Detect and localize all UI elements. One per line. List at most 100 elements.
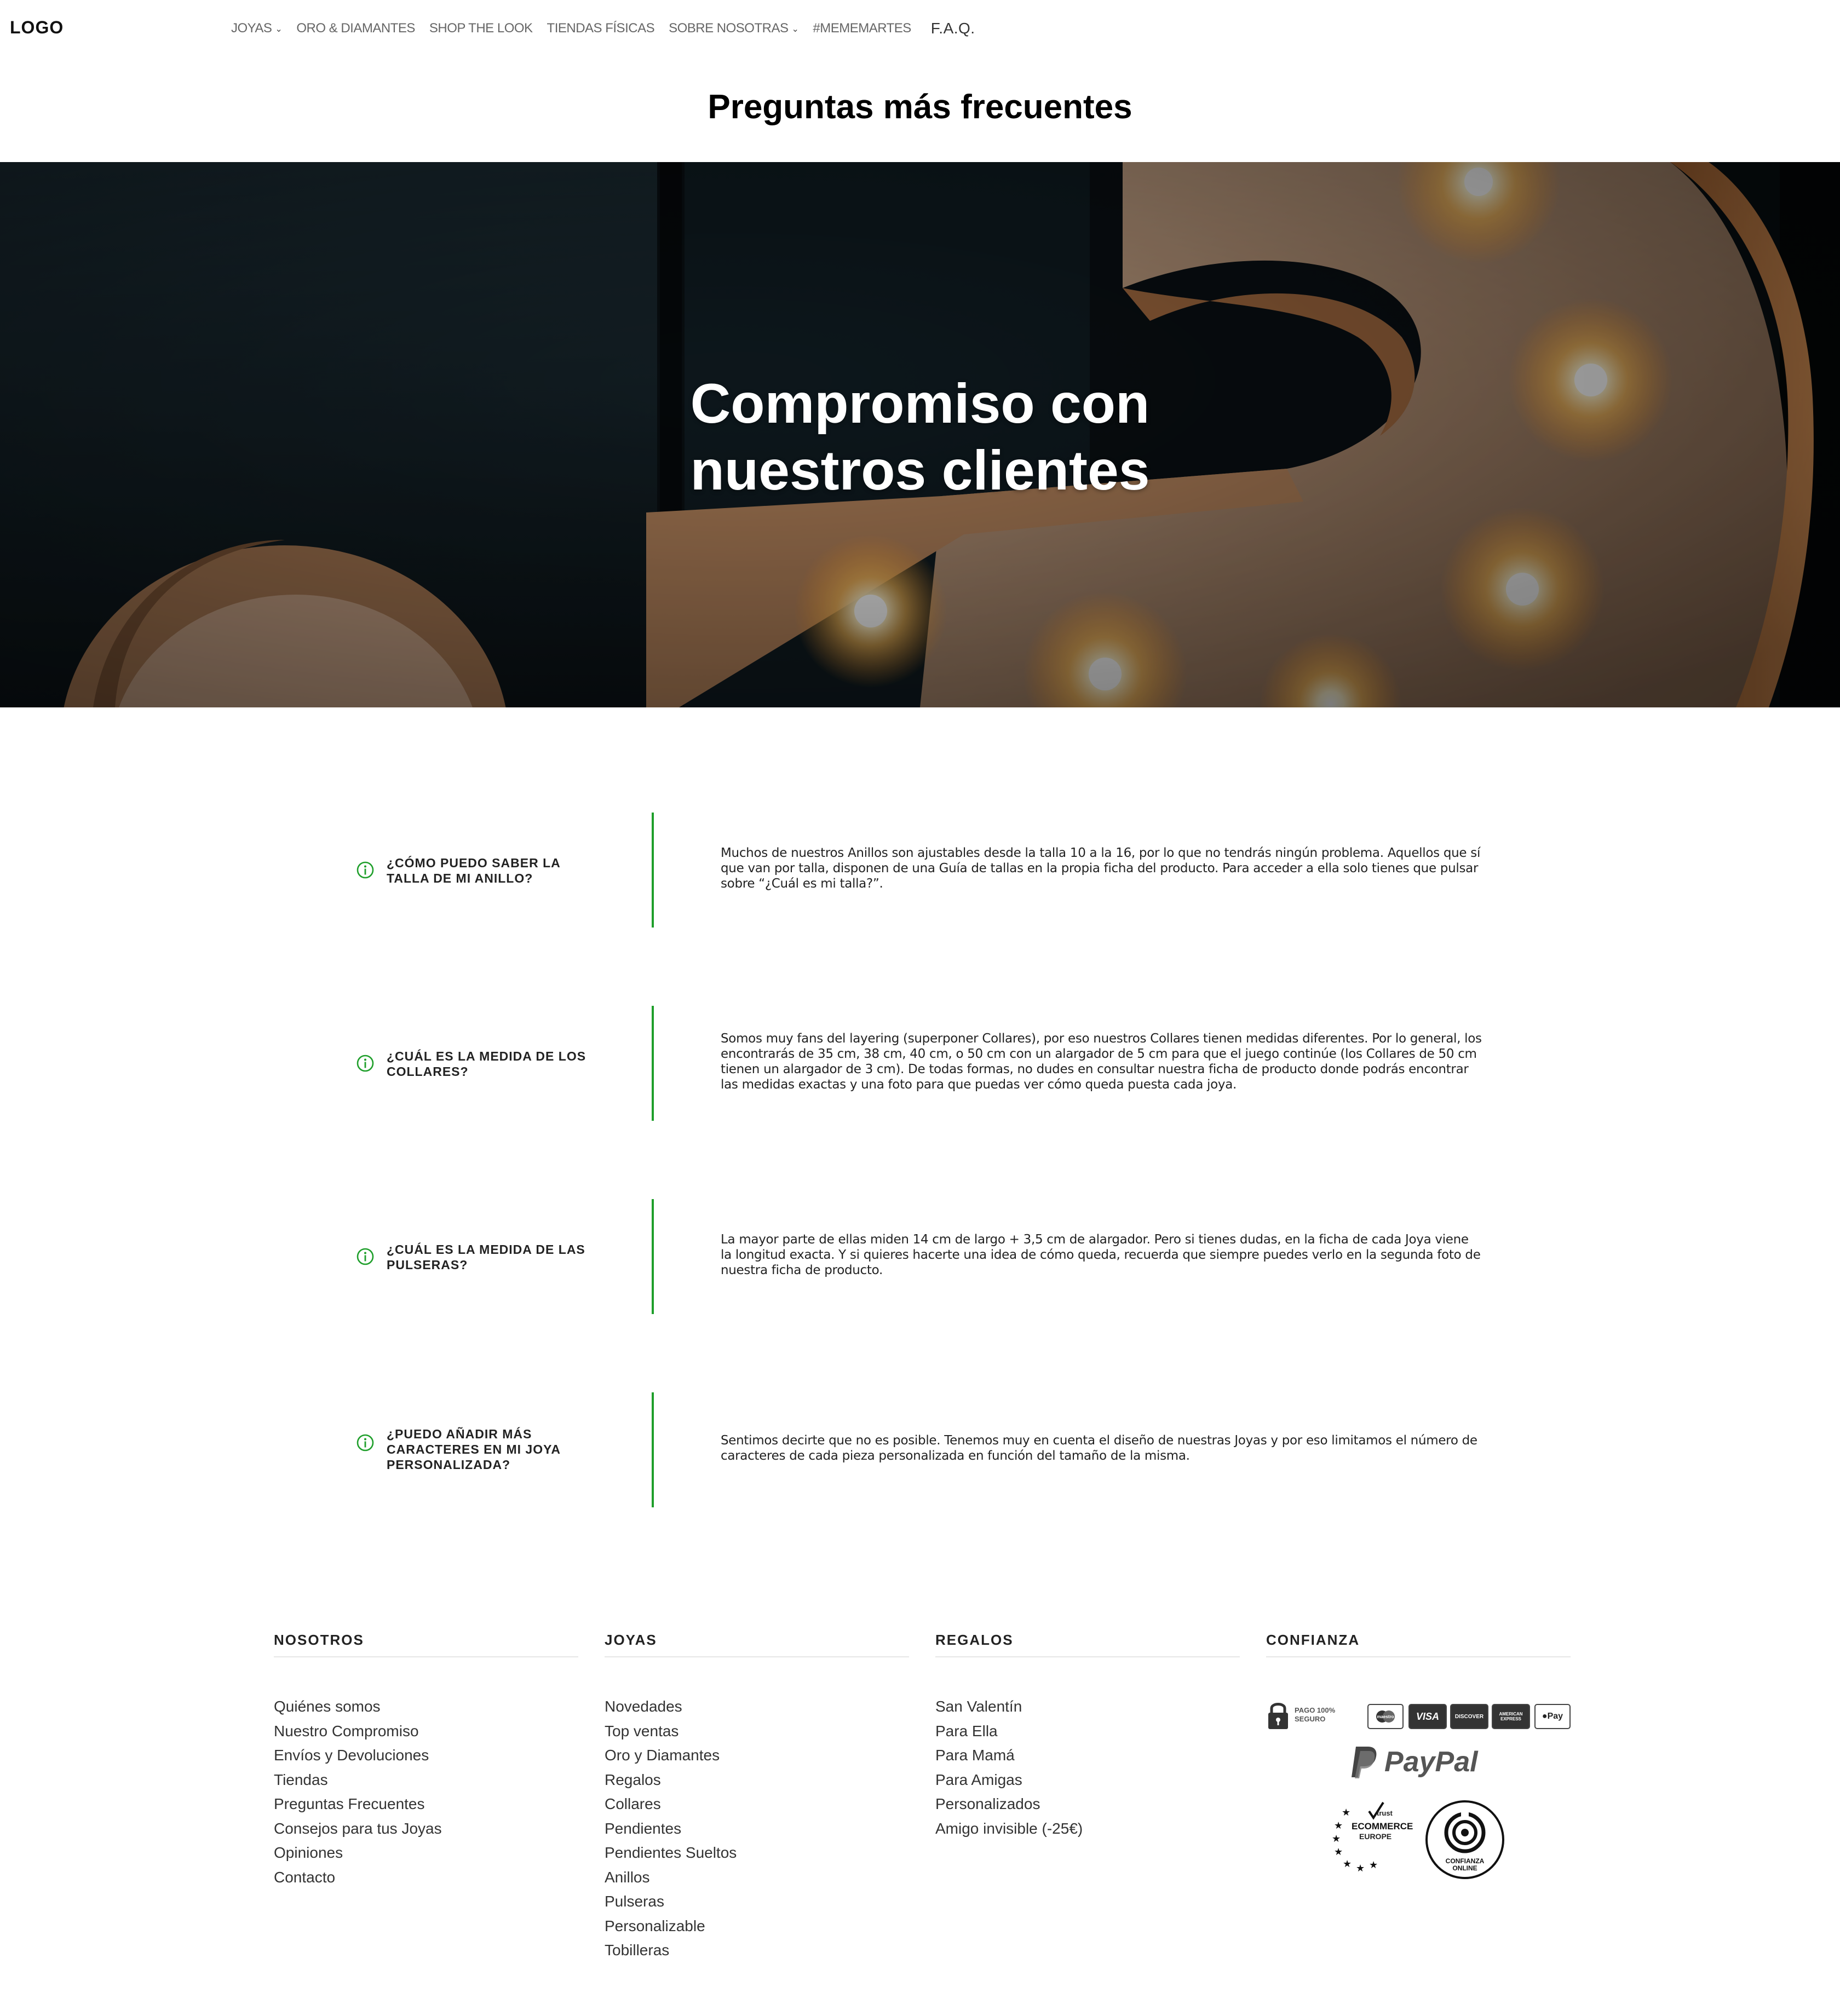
- nav-item-label: F.A.Q.: [930, 20, 975, 37]
- svg-text:★: ★: [1369, 1859, 1378, 1870]
- footer-link[interactable]: Tobilleras: [605, 1938, 909, 1963]
- svg-text:★: ★: [1334, 1820, 1343, 1831]
- hero-banner: Compromiso con nuestros clientes: [0, 162, 1840, 707]
- trusted-shops-ecommerce-europe-seal: ★ ★ ★ ★ ★ ★ ★ trust ECOMMERCE EUROPE: [1331, 1801, 1418, 1874]
- footer-link-list: San Valentín Para Ella Para Mamá Para Am…: [935, 1695, 1240, 1841]
- main-menu: JOYAS ⌄ ORO & DIAMANTES SHOP THE LOOK TI…: [231, 20, 975, 37]
- footer-heading: REGALOS: [935, 1632, 1240, 1657]
- faq-item: ¿Cómo puedo saber la talla de mi anillo?…: [0, 813, 1840, 928]
- footer-column-confianza: CONFIANZA PAGO 100% SEGURO maestro VISA …: [1266, 1632, 1571, 1894]
- footer-link[interactable]: Oro y Diamantes: [605, 1743, 909, 1768]
- footer-link[interactable]: Collares: [605, 1792, 909, 1817]
- site-logo[interactable]: LOGO: [10, 18, 64, 38]
- paypal-wordmark: PayPal: [1384, 1746, 1478, 1778]
- footer-link[interactable]: Anillos: [605, 1865, 909, 1890]
- nav-item-oro-diamantes[interactable]: ORO & DIAMANTES: [296, 21, 415, 36]
- faq-divider: [652, 1199, 654, 1314]
- nav-item-mememartes[interactable]: #MEMEMARTES: [813, 21, 911, 36]
- card-label: Pay: [1547, 1712, 1563, 1721]
- faq-question[interactable]: ¿Cómo puedo saber la talla de mi anillo?: [387, 855, 589, 886]
- faq-answer: Sentimos decirte que no es posible. Tene…: [721, 1433, 1477, 1463]
- page-title: Preguntas más frecuentes: [708, 88, 1132, 126]
- nav-item-label: #MEMEMARTES: [813, 21, 911, 36]
- nav-item-joyas[interactable]: JOYAS ⌄: [231, 21, 283, 36]
- apple-icon: ●: [1542, 1712, 1548, 1721]
- paypal-icon: [1352, 1747, 1377, 1778]
- faq-divider: [652, 813, 654, 928]
- trusted-label: trust: [1377, 1809, 1393, 1817]
- footer-link[interactable]: Novedades: [605, 1695, 909, 1719]
- discover-card-icon: DISCOVER: [1450, 1704, 1488, 1729]
- footer-link[interactable]: Nuestro Compromiso: [274, 1719, 578, 1744]
- faq-answer: Somos muy fans del layering (superponer …: [721, 1032, 1482, 1092]
- maestro-card-icon: maestro: [1367, 1704, 1404, 1729]
- visa-card-icon: VISA: [1408, 1704, 1447, 1729]
- footer-link[interactable]: Personalizados: [935, 1792, 1240, 1817]
- hero-title-line1: Compromiso con: [690, 372, 1150, 435]
- payment-methods-row: PAGO 100% SEGURO maestro VISA DISCOVER A…: [1266, 1698, 1571, 1731]
- footer-link[interactable]: Envíos y Devoluciones: [274, 1743, 578, 1768]
- footer-link[interactable]: Pendientes Sueltos: [605, 1841, 909, 1865]
- footer-link-list: Novedades Top ventas Oro y Diamantes Reg…: [605, 1695, 909, 1963]
- footer-link[interactable]: Contacto: [274, 1865, 578, 1890]
- footer-link[interactable]: Para Mamá: [935, 1743, 1240, 1768]
- svg-text:★: ★: [1342, 1807, 1350, 1818]
- hero-title: Compromiso con nuestros clientes: [0, 370, 1840, 504]
- trusted-label: EUROPE: [1359, 1832, 1392, 1841]
- nav-item-label: SHOP THE LOOK: [429, 21, 533, 36]
- svg-text:★: ★: [1343, 1858, 1352, 1869]
- faq-item: ¿Cuál es la medida de los collares? Somo…: [0, 1006, 1840, 1121]
- nav-item-faq[interactable]: F.A.Q.: [931, 20, 975, 37]
- svg-text:★: ★: [1332, 1833, 1341, 1844]
- svg-text:★: ★: [1334, 1846, 1343, 1857]
- paypal-logo: PayPal: [1348, 1744, 1478, 1779]
- footer-link[interactable]: Opiniones: [274, 1841, 578, 1865]
- padlock-icon: [1268, 1703, 1288, 1729]
- faq-item: ¿Cuál es la medida de las pulseras? La m…: [0, 1199, 1840, 1314]
- hero-title-line2: nuestros clientes: [690, 439, 1150, 502]
- footer-link[interactable]: Para Ella: [935, 1719, 1240, 1744]
- footer-link[interactable]: Quiénes somos: [274, 1695, 578, 1719]
- apple-pay-card-icon: ● Pay: [1534, 1704, 1571, 1729]
- footer-column-nosotros: NOSOTROS Quiénes somos Nuestro Compromis…: [274, 1632, 578, 1890]
- faq-question[interactable]: ¿Cuál es la medida de las pulseras?: [387, 1242, 589, 1272]
- confianza-online-line: ONLINE: [1452, 1864, 1477, 1872]
- faq-answer: La mayor parte de ellas miden 14 cm de l…: [721, 1232, 1481, 1277]
- info-circle-icon: [357, 1055, 374, 1072]
- footer-link-list: Quiénes somos Nuestro Compromiso Envíos …: [274, 1695, 578, 1890]
- confianza-online-label: CONFIANZA ONLINE: [1424, 1858, 1506, 1872]
- footer-link[interactable]: Pulseras: [605, 1890, 909, 1914]
- nav-item-shop-the-look[interactable]: SHOP THE LOOK: [429, 21, 533, 36]
- footer-link[interactable]: Consejos para tus Joyas: [274, 1817, 578, 1841]
- footer-link[interactable]: Top ventas: [605, 1719, 909, 1744]
- faq-question[interactable]: ¿Puedo añadir más caracteres en mi joya …: [387, 1426, 589, 1472]
- footer-heading: CONFIANZA: [1266, 1632, 1571, 1657]
- trusted-label: ECOMMERCE: [1352, 1821, 1413, 1831]
- footer-heading: NOSOTROS: [274, 1632, 578, 1657]
- footer-link[interactable]: Pendientes: [605, 1817, 909, 1841]
- info-circle-icon: [357, 1434, 374, 1451]
- footer-link[interactable]: Preguntas Frecuentes: [274, 1792, 578, 1817]
- nav-item-label: JOYAS: [231, 21, 272, 36]
- chevron-down-icon: ⌄: [275, 25, 283, 34]
- nav-item-sobre-nosotras[interactable]: SOBRE NOSOTRAS ⌄: [669, 21, 799, 36]
- footer-link[interactable]: Regalos: [605, 1768, 909, 1793]
- faq-divider: [652, 1392, 654, 1507]
- footer-link[interactable]: Para Amigas: [935, 1768, 1240, 1793]
- nav-item-tiendas-fisicas[interactable]: TIENDAS FÍSICAS: [547, 21, 655, 36]
- footer-link[interactable]: Personalizable: [605, 1914, 909, 1939]
- faq-question[interactable]: ¿Cuál es la medida de los collares?: [387, 1049, 589, 1079]
- footer-column-joyas: JOYAS Novedades Top ventas Oro y Diamant…: [605, 1632, 909, 1963]
- footer-link[interactable]: Tiendas: [274, 1768, 578, 1793]
- footer-heading: JOYAS: [605, 1632, 909, 1657]
- svg-text:★: ★: [1356, 1863, 1365, 1873]
- footer-link[interactable]: Amigo invisible (-25€): [935, 1817, 1240, 1841]
- footer-column-regalos: REGALOS San Valentín Para Ella Para Mamá…: [935, 1632, 1240, 1841]
- footer-link[interactable]: San Valentín: [935, 1695, 1240, 1719]
- info-circle-icon: [357, 1248, 374, 1265]
- info-circle-icon: [357, 861, 374, 879]
- card-label: maestro: [1377, 1714, 1394, 1719]
- chevron-down-icon: ⌄: [791, 25, 799, 34]
- faq-item: ¿Puedo añadir más caracteres en mi joya …: [0, 1392, 1840, 1507]
- secure-payment-line: PAGO 100%: [1295, 1706, 1336, 1714]
